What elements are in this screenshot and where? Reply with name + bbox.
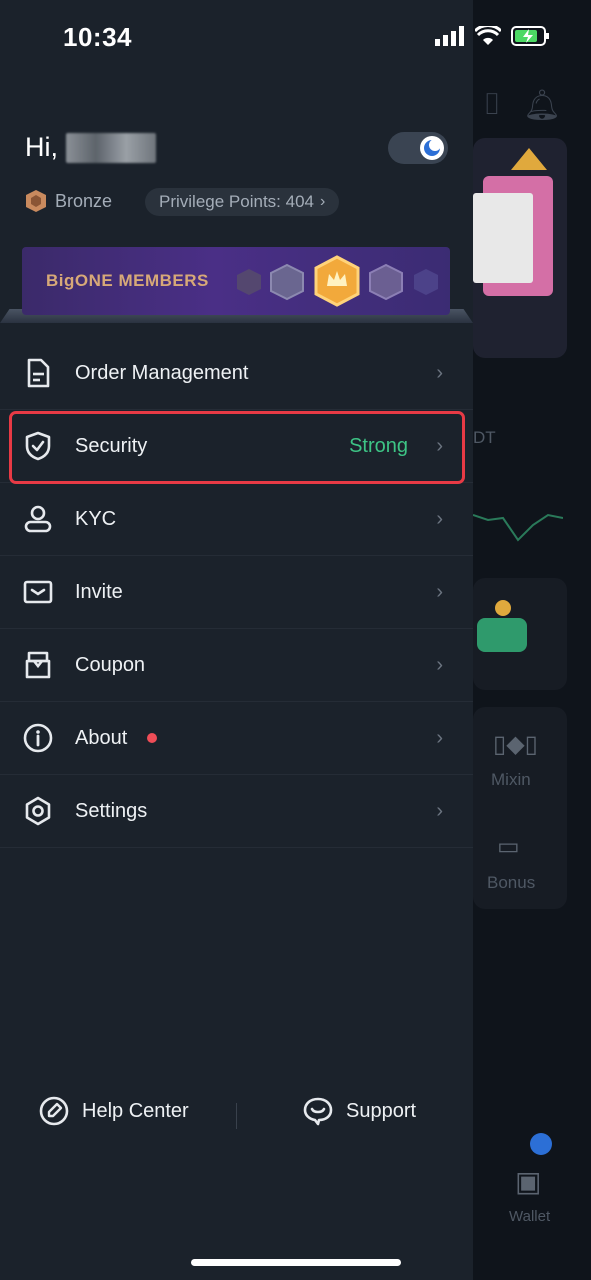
- side-drawer: 10:34 Hi, Bronze Privilege Points: 404 ›…: [0, 0, 549, 1280]
- user-icon: [24, 505, 52, 533]
- footer-divider: [236, 1103, 237, 1129]
- moon-icon: [420, 136, 444, 160]
- bg-mixin-label: Mixin: [491, 770, 531, 789]
- bg-bonus-label: Bonus: [487, 873, 536, 892]
- document-icon: [27, 358, 50, 388]
- chevron-right-icon: ›: [436, 507, 443, 530]
- envelope-icon: [23, 580, 53, 604]
- members-banner-title: BigONE MEMBERS: [46, 271, 209, 290]
- bg-wallet-label: Wallet: [509, 1208, 551, 1225]
- theme-toggle[interactable]: [388, 132, 448, 164]
- chevron-right-icon: ›: [436, 653, 443, 676]
- support-button[interactable]: Support: [302, 1095, 416, 1127]
- chevron-right-icon: ›: [436, 580, 443, 603]
- support-label: Support: [346, 1099, 417, 1122]
- help-center-button[interactable]: Help Center: [38, 1095, 189, 1127]
- status-icons: [435, 26, 551, 46]
- background-app-right-panel: ⌷ 🔔︎ DT ▯◆▯ Mixin ▭ Bonus ▣ Wallet: [473, 0, 591, 1280]
- promo-card: [473, 138, 567, 358]
- mixin-icon: ▯◆▯: [493, 731, 538, 758]
- menu-label-settings: Settings: [75, 799, 148, 822]
- mini-chart: [473, 513, 563, 542]
- menu-item-kyc[interactable]: KYC ›: [0, 483, 473, 556]
- tier-badges-icon: [237, 255, 438, 307]
- chevron-right-icon: ›: [436, 361, 443, 384]
- greeting-prefix: Hi,: [25, 132, 58, 162]
- coupon-icon: [25, 651, 51, 679]
- bg-dt-label: DT: [473, 428, 496, 447]
- home-indicator[interactable]: [191, 1259, 401, 1266]
- member-tier-label: Bronze: [55, 190, 113, 211]
- status-time: 10:34: [63, 22, 132, 52]
- menu-item-order-management[interactable]: Order Management ›: [0, 337, 473, 410]
- chevron-right-icon: ›: [436, 434, 443, 457]
- robot-card: [473, 578, 567, 690]
- help-center-label: Help Center: [82, 1099, 189, 1122]
- menu-label-security: Security: [75, 434, 148, 457]
- menu-item-coupon[interactable]: Coupon ›: [0, 629, 473, 702]
- info-icon: [23, 723, 53, 753]
- battery-icon: [511, 26, 549, 46]
- privilege-points-label: Privilege Points: 404: [159, 192, 314, 211]
- wifi-icon: [475, 26, 501, 45]
- menu-item-about[interactable]: About ›: [0, 702, 473, 775]
- notification-dot: [147, 733, 157, 743]
- menu-item-invite[interactable]: Invite ›: [0, 556, 473, 629]
- security-status: Strong: [349, 434, 408, 457]
- member-tier[interactable]: Bronze: [25, 189, 112, 213]
- support-icon: [303, 1097, 333, 1126]
- bronze-badge-icon: [26, 190, 46, 212]
- bonus-icon: ▭: [497, 833, 520, 860]
- menu-label-coupon: Coupon: [75, 653, 146, 676]
- chevron-right-icon: ›: [436, 726, 443, 749]
- greeting: Hi,: [25, 132, 156, 163]
- menu-label-kyc: KYC: [75, 507, 117, 530]
- members-banner[interactable]: BigONE MEMBERS: [0, 247, 473, 323]
- blurred-username: [66, 132, 156, 163]
- hexagon-gear-icon: [25, 796, 51, 826]
- help-center-icon: [39, 1096, 69, 1126]
- chevron-right-icon: ›: [319, 193, 326, 210]
- drawer-menu: Order Management › Security Strong › KYC…: [0, 337, 473, 848]
- shield-check-icon: [25, 431, 51, 461]
- privilege-points[interactable]: Privilege Points: 404 ›: [145, 188, 340, 216]
- signal-icon: [435, 26, 464, 46]
- menu-item-security[interactable]: Security Strong ›: [0, 410, 473, 483]
- menu-label-about: About: [75, 726, 128, 749]
- drawer-footer: Help Center Support: [0, 1095, 473, 1139]
- menu-label-order-management: Order Management: [75, 361, 249, 384]
- wallet-icon: ▣: [515, 1166, 542, 1197]
- scan-icon: ⌷: [483, 88, 501, 121]
- menu-label-invite: Invite: [75, 580, 123, 603]
- bell-icon: 🔔︎: [523, 89, 562, 122]
- chevron-right-icon: ›: [436, 799, 443, 822]
- menu-item-settings[interactable]: Settings ›: [0, 775, 473, 848]
